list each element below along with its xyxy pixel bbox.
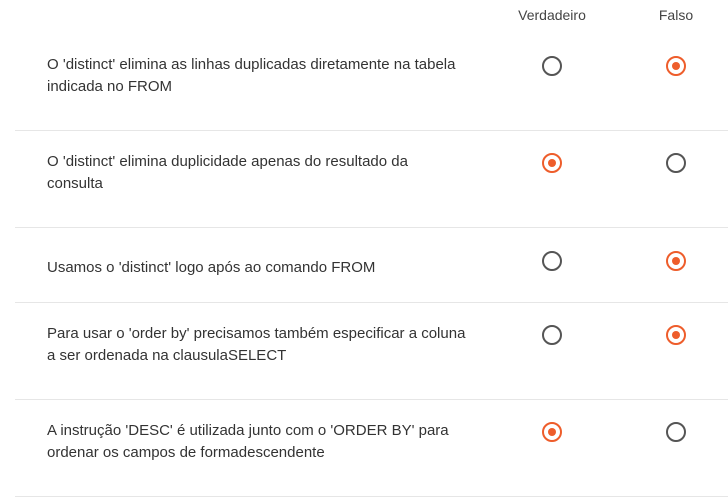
question-text: O 'distinct' elimina as linhas duplicada… (47, 56, 456, 95)
question-row-3: Usamos o 'distinct' logo após ao comando… (15, 228, 728, 303)
radio-true[interactable] (542, 56, 562, 76)
radio-false[interactable] (666, 325, 686, 345)
radio-true[interactable] (542, 153, 562, 173)
question-text: A instrução 'DESC' é utilizada junto com… (47, 422, 449, 461)
radio-false[interactable] (666, 422, 686, 442)
radio-true[interactable] (542, 325, 562, 345)
column-header-row: Verdadeiro Falso (15, 0, 728, 34)
radio-true[interactable] (542, 251, 562, 271)
question-text: Usamos o 'distinct' logo após ao comando… (47, 259, 376, 276)
question-row-5: A instrução 'DESC' é utilizada junto com… (15, 400, 728, 497)
radio-false[interactable] (666, 251, 686, 271)
radio-false[interactable] (666, 153, 686, 173)
question-text: Para usar o 'order by' precisamos também… (47, 325, 466, 364)
column-header-false: Falso (658, 7, 694, 23)
true-false-quiz: Verdadeiro Falso O 'distinct' elimina as… (15, 0, 728, 497)
radio-false[interactable] (666, 56, 686, 76)
question-text: O 'distinct' elimina duplicidade apenas … (47, 153, 408, 192)
question-row-2: O 'distinct' elimina duplicidade apenas … (15, 131, 728, 228)
question-row-1: O 'distinct' elimina as linhas duplicada… (15, 34, 728, 131)
column-header-true: Verdadeiro (518, 7, 586, 23)
question-row-4: Para usar o 'order by' precisamos também… (15, 303, 728, 400)
radio-true[interactable] (542, 422, 562, 442)
